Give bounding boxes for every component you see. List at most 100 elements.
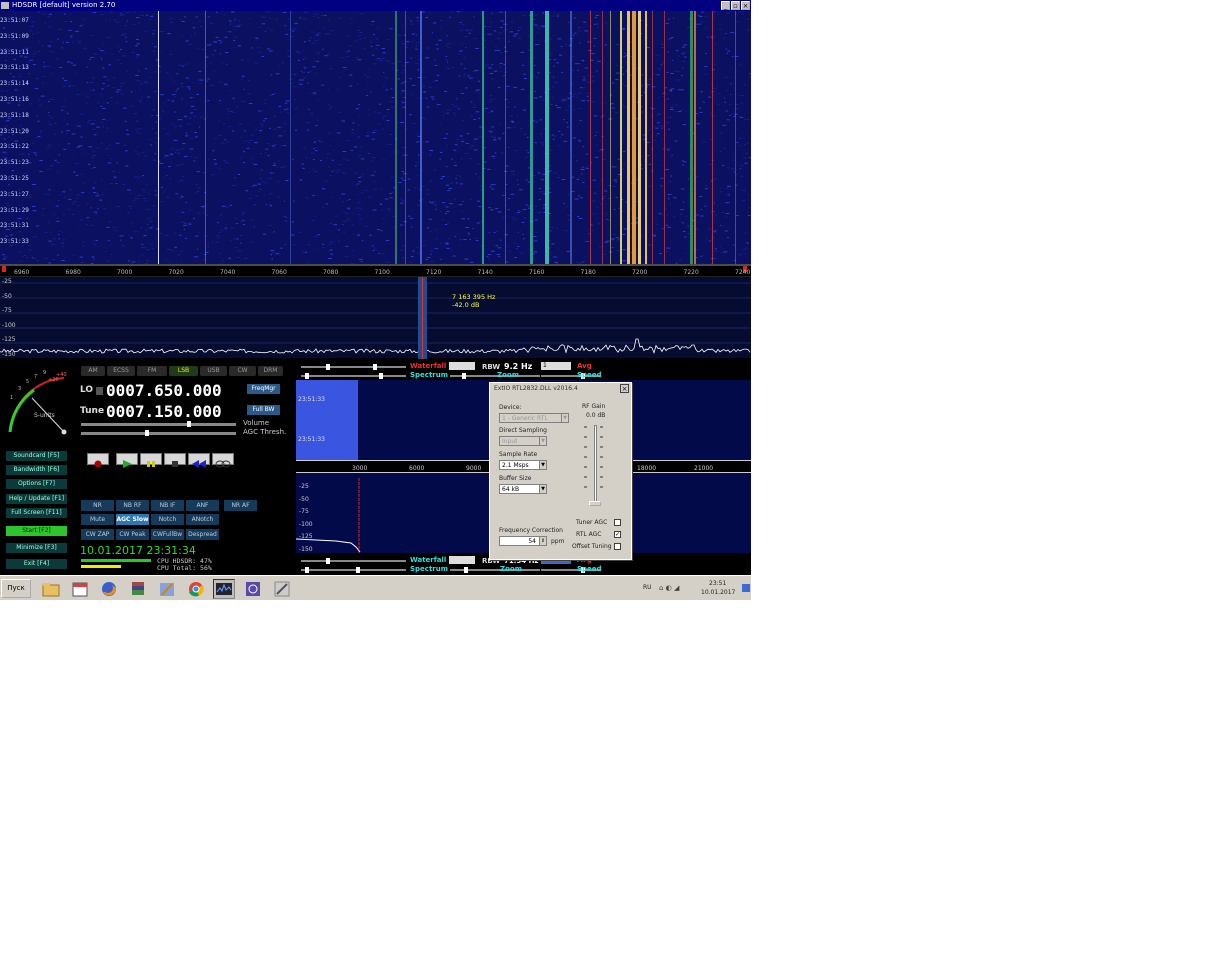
side-button-3[interactable]: Help / Update [F1] [6,494,67,504]
show-desktop-button[interactable] [742,584,750,592]
scroll-left-arrow[interactable] [2,266,6,272]
tune-label: Tune [80,406,105,416]
side-button-6[interactable]: Minimize [F3] [6,543,67,553]
side-button-4[interactable]: Full Screen [F11] [6,508,67,518]
record-button[interactable] [87,453,109,468]
side-button-5[interactable]: Start [F2] [6,526,67,536]
zoom-slider[interactable] [450,373,540,379]
maximize-window-button[interactable]: ▫ [731,1,740,10]
offset-tuning-checkbox[interactable] [614,543,621,550]
file-explorer-icon[interactable] [40,579,62,599]
dsp-button-nb-rf[interactable]: NB RF [116,500,149,511]
freq-correction-input[interactable]: 54 ⇕ [499,536,547,546]
language-indicator[interactable]: RU [643,584,652,591]
dsp-button-nr-af[interactable]: NR AF [224,500,257,511]
dsp-button-agc-slow[interactable]: AGC Slow [116,514,149,525]
dsp-button-mute[interactable]: Mute [81,514,114,525]
main-waterfall[interactable]: 23:51:07 23:51:09 23:51:11 23:51:13 23:51:14… [0,11,751,264]
chrome-icon[interactable] [185,579,207,599]
dsp-button-nr[interactable]: NR [81,500,114,511]
lo-lock-icon[interactable] [96,387,103,395]
dsp-button-cw-zap[interactable]: CW ZAP [81,529,114,540]
dsp-button-anf[interactable]: ANF [186,500,219,511]
frequency-tick-label: 7000 [117,269,133,276]
lo-frequency[interactable]: 0007.650.000 [106,381,222,400]
side-button-7[interactable]: Exit [F4] [6,559,67,569]
freqmgr-button[interactable]: FreqMgr [247,384,280,394]
rtl-agc-checkbox[interactable]: ✓ [614,531,621,538]
window-title: HDSDR [default] version 2.70 [12,1,116,9]
af-waterfall-slider[interactable] [301,558,406,564]
mode-button-usb[interactable]: USB [200,366,227,376]
side-button-2[interactable]: Options [F7] [6,479,67,489]
af-spectrum-slider[interactable] [301,567,406,573]
dsp-button-cwfullbw[interactable]: CWFullBw [151,529,184,540]
dsp-button-anotch[interactable]: ANotch [186,514,219,525]
play-button[interactable] [116,453,138,468]
waterfall-signal-trace [694,11,696,264]
frequency-tick-label: 7100 [374,269,390,276]
mode-button-drm[interactable]: DRM [258,366,283,376]
tune-marker[interactable] [418,277,427,359]
device-label: Device: [499,404,522,411]
main-spectrum[interactable]: 7 163 395 Hz -42.0 dB -25 -50 -75 -100 -125 -… [0,276,751,359]
mode-button-fm[interactable]: FM [137,366,167,376]
firefox-icon[interactable] [98,579,120,599]
frequency-tick-label: 7180 [580,269,596,276]
sample-rate-select[interactable]: 2.1 Msps ▼ [499,460,547,470]
calendar-icon[interactable] [69,579,91,599]
rbw-stepper[interactable] [449,362,475,370]
top-rbw-label: RBW [482,363,501,371]
hdsdr-taskbar-icon[interactable] [213,579,235,599]
waterfall-time-label: 23:51:07 [0,17,29,24]
dsp-button-despread[interactable]: Despread [186,529,219,540]
top-rbw-value: 9.2 Hz [504,362,533,371]
freq-correction-label: Frequency Correction [499,527,563,534]
hdsdr-window: HDSDR [default] version 2.70 _ ▫ × 23:51… [0,0,751,600]
frequency-axis[interactable]: 6960 6980 7000 7020 7040 7060 7080 7100 7120 7140… [0,264,751,276]
buffer-size-select[interactable]: 64 kB ▼ [499,484,547,494]
pause-button[interactable] [140,453,162,467]
spectrum-range-slider[interactable] [301,373,406,379]
mode-button-lsb[interactable]: LSB [169,366,198,376]
agc-thresh-slider[interactable] [81,430,236,436]
volume-slider[interactable] [81,421,236,427]
side-button-0[interactable]: Soundcard [F5] [6,451,67,461]
direct-sampling-select[interactable]: Input ▼ [499,436,547,446]
af-zoom-slider[interactable] [450,567,540,573]
mode-button-cw[interactable]: CW [229,366,256,376]
dsp-button-cw-peak[interactable]: CW Peak [116,529,149,540]
waterfall-time-label: 23:51:25 [0,175,29,182]
minimize-window-button[interactable]: _ [721,1,730,10]
full-bw-button[interactable]: Full BW [247,405,280,415]
waterfall-contrast-slider[interactable] [301,364,406,370]
dsp-button-notch[interactable]: Notch [151,514,184,525]
loop-button[interactable] [212,453,234,468]
frequency-tick-label: 7120 [426,269,442,276]
db-tick-label: -25 [2,278,12,285]
rewind-button[interactable] [188,453,210,468]
tuner-agc-checkbox[interactable] [614,519,621,526]
tune-frequency[interactable]: 0007.150.000 [106,402,222,421]
device-select[interactable]: 1 - Generic RTL ▼ [499,413,569,423]
stop-button[interactable] [164,453,186,467]
start-button[interactable]: Пуск [1,579,31,598]
dsp-button-nb-if[interactable]: NB IF [151,500,184,511]
mode-button-am[interactable]: AM [81,366,105,376]
side-button-1[interactable]: Bandwidth [F6] [6,465,67,475]
waterfall-signal-trace [602,11,603,264]
dialog-close-button[interactable]: × [620,384,629,393]
satellite-app-icon[interactable] [242,579,264,599]
winrar-icon[interactable] [127,579,149,599]
top-waterfall-label: Waterfall [410,362,447,370]
date-time: 10.01.2017 23:31:34 [80,544,196,557]
waterfall-time-label: 23:51:29 [0,206,29,214]
waterfall-time-label: 23:51:09 [0,32,29,40]
paint-icon[interactable] [156,579,178,599]
close-window-button[interactable]: × [741,1,750,10]
frequency-tick-label: 7080 [323,269,339,276]
mode-button-ecss[interactable]: ECSS [107,366,135,376]
tool-icon[interactable] [271,579,293,599]
avg-selector[interactable]: 1 [541,362,571,370]
af-rbw-stepper[interactable] [449,556,475,564]
